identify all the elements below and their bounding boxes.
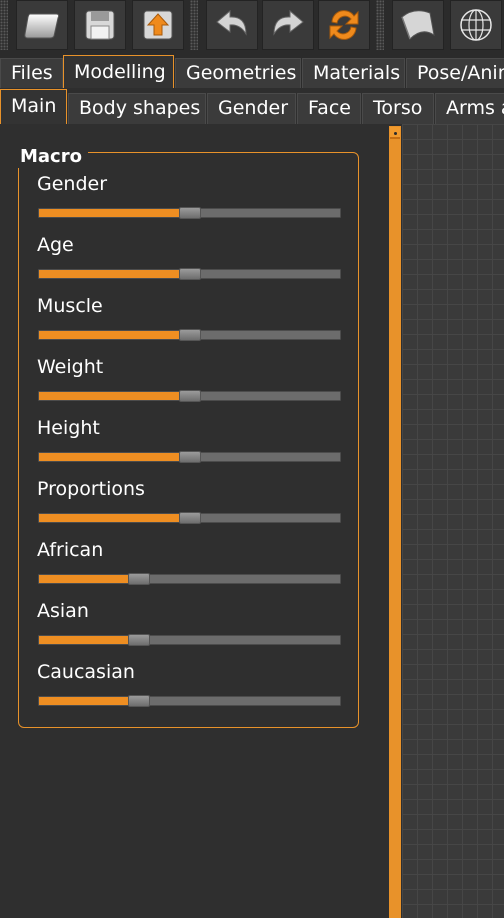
african-slider-fill — [39, 575, 132, 583]
tab-files[interactable]: Files — [0, 58, 63, 88]
main-tab-bar: Files Modelling Geometries Materials Pos… — [0, 54, 504, 88]
muscle-slider-fill — [39, 331, 183, 339]
proportions-slider-label: Proportions — [37, 478, 145, 500]
3d-viewport[interactable] — [402, 124, 504, 918]
muscle-slider[interactable] — [38, 329, 341, 341]
smooth-icon — [401, 10, 435, 40]
asian-slider-fill — [39, 636, 132, 644]
wireframe-icon — [460, 9, 492, 41]
tab-arms-and-legs[interactable]: Arms a — [435, 93, 504, 124]
reset-icon — [329, 10, 359, 40]
tab-body-shapes[interactable]: Body shapes — [68, 93, 206, 124]
height-slider-fill — [39, 453, 183, 461]
new-icon — [24, 13, 60, 39]
african-slider-handle[interactable] — [128, 573, 150, 585]
smooth-button[interactable] — [392, 0, 444, 50]
macro-group-title: Macro — [18, 146, 88, 168]
caucasian-slider[interactable] — [38, 695, 341, 707]
tab-pose-anim[interactable]: Pose/Anim — [406, 58, 504, 88]
tab-modelling[interactable]: Modelling — [63, 55, 174, 88]
weight-slider[interactable] — [38, 390, 341, 402]
weight-slider-handle[interactable] — [179, 390, 201, 402]
scrollbar-handle[interactable] — [390, 127, 400, 139]
african-slider[interactable] — [38, 573, 341, 585]
muscle-slider-label: Muscle — [37, 295, 103, 317]
save-button[interactable] — [74, 0, 126, 50]
export-icon — [143, 10, 173, 40]
undo-button[interactable] — [206, 0, 258, 50]
new-button[interactable] — [16, 0, 68, 50]
sub-tab-bar: Main Body shapes Gender Face Torso Arms … — [0, 88, 504, 124]
toolbar — [0, 0, 504, 54]
weight-slider-label: Weight — [37, 356, 104, 378]
tab-main[interactable]: Main — [0, 89, 67, 124]
asian-slider[interactable] — [38, 634, 341, 646]
weight-slider-fill — [39, 392, 183, 400]
save-icon — [85, 10, 115, 40]
proportions-slider-handle[interactable] — [179, 512, 201, 524]
asian-slider-handle[interactable] — [128, 634, 150, 646]
gender-slider-handle[interactable] — [179, 207, 201, 219]
proportions-slider[interactable] — [38, 512, 341, 524]
redo-button[interactable] — [262, 0, 314, 50]
panel-scrollbar[interactable] — [389, 126, 401, 918]
age-slider[interactable] — [38, 268, 341, 280]
caucasian-slider-fill — [39, 697, 132, 705]
tab-torso[interactable]: Torso — [362, 93, 434, 124]
african-slider-label: African — [37, 539, 104, 561]
caucasian-slider-handle[interactable] — [128, 695, 150, 707]
reset-button[interactable] — [318, 0, 370, 50]
proportions-slider-fill — [39, 514, 183, 522]
redo-icon — [273, 9, 304, 36]
toolbar-grip-2[interactable] — [190, 0, 198, 50]
tab-gender[interactable]: Gender — [207, 93, 296, 124]
wireframe-button[interactable] — [450, 0, 502, 50]
toolbar-grip-3[interactable] — [376, 0, 384, 50]
export-button[interactable] — [132, 0, 184, 50]
asian-slider-label: Asian — [37, 600, 89, 622]
gender-slider-label: Gender — [37, 173, 108, 195]
height-slider[interactable] — [38, 451, 341, 463]
gender-slider[interactable] — [38, 207, 341, 219]
gender-slider-fill — [39, 209, 183, 217]
height-slider-handle[interactable] — [179, 451, 201, 463]
muscle-slider-handle[interactable] — [179, 329, 201, 341]
tab-materials[interactable]: Materials — [302, 58, 405, 88]
tab-face[interactable]: Face — [297, 93, 361, 124]
age-slider-fill — [39, 270, 183, 278]
scrollbar-grip-dot — [394, 132, 397, 135]
caucasian-slider-label: Caucasian — [37, 661, 135, 683]
tab-geometries[interactable]: Geometries — [175, 58, 301, 88]
age-slider-label: Age — [37, 234, 74, 256]
undo-icon — [216, 9, 247, 36]
height-slider-label: Height — [37, 417, 100, 439]
toolbar-grip[interactable] — [0, 0, 8, 50]
age-slider-handle[interactable] — [179, 268, 201, 280]
